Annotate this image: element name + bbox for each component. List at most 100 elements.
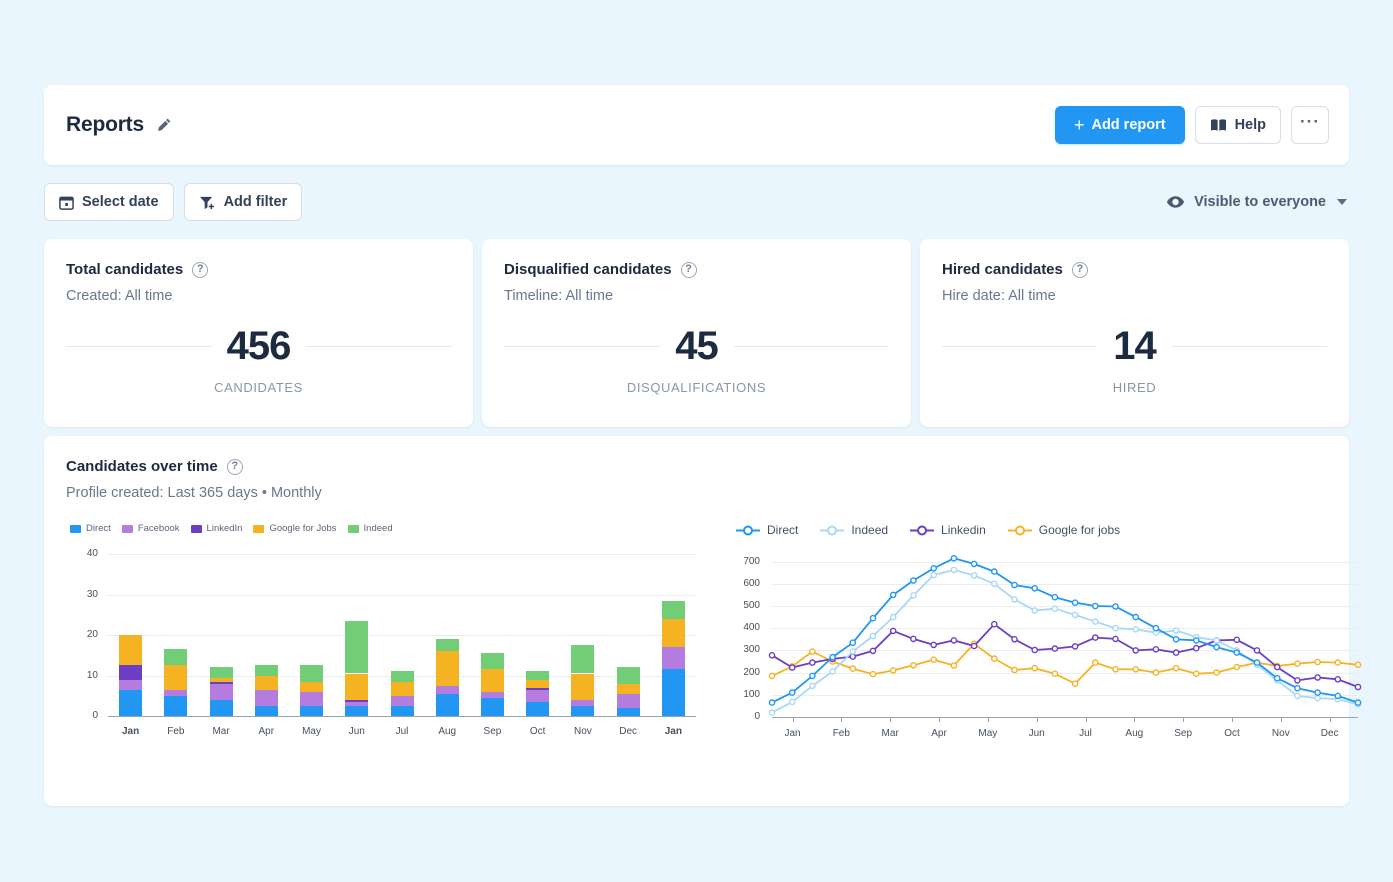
line-data-point[interactable] (1213, 637, 1220, 644)
line-data-point[interactable] (1011, 596, 1018, 603)
line-data-point[interactable] (1091, 618, 1099, 625)
line-data-point[interactable] (1273, 674, 1281, 682)
line-data-point[interactable] (788, 698, 796, 706)
line-data-point[interactable] (1192, 637, 1200, 644)
line-data-point[interactable] (849, 639, 857, 646)
line-data-point[interactable] (1031, 585, 1039, 592)
line-data-point[interactable] (788, 689, 796, 696)
line-data-point[interactable] (1091, 634, 1099, 641)
line-data-point[interactable] (1152, 646, 1160, 653)
line-data-point[interactable] (809, 659, 816, 666)
line-data-point[interactable] (1132, 647, 1140, 654)
line-data-point[interactable] (1294, 692, 1301, 700)
line-data-point[interactable] (1011, 666, 1018, 674)
legend-item[interactable]: Google for Jobs (253, 523, 337, 534)
bar-column[interactable] (164, 554, 188, 716)
legend-item[interactable]: Indeed (347, 523, 393, 534)
line-data-point[interactable] (1071, 643, 1079, 650)
legend-item[interactable]: LinkedIn (190, 523, 242, 534)
line-data-point[interactable] (1112, 635, 1119, 643)
line-data-point[interactable] (990, 568, 998, 575)
line-data-point[interactable] (1273, 663, 1281, 671)
help-circle-icon[interactable]: ? (1071, 261, 1088, 278)
line-data-point[interactable] (768, 672, 776, 680)
line-data-point[interactable] (1172, 664, 1180, 672)
line-data-point[interactable] (970, 572, 978, 579)
line-data-point[interactable] (869, 670, 877, 678)
line-data-point[interactable] (1152, 669, 1160, 676)
line-data-point[interactable] (1172, 649, 1180, 656)
line-data-point[interactable] (1314, 658, 1321, 666)
line-data-point[interactable] (1233, 636, 1241, 644)
line-data-point[interactable] (768, 709, 776, 716)
help-circle-icon[interactable]: ? (226, 458, 243, 475)
line-data-point[interactable] (1192, 644, 1200, 652)
help-circle-icon[interactable]: ? (192, 261, 209, 278)
line-data-point[interactable] (930, 641, 937, 649)
legend-item[interactable]: Indeed (820, 523, 888, 537)
bar-column[interactable] (254, 554, 278, 716)
line-data-point[interactable] (1132, 626, 1140, 633)
line-data-point[interactable] (829, 653, 836, 661)
line-data-point[interactable] (889, 667, 897, 674)
line-data-point[interactable] (990, 620, 998, 628)
bar-column[interactable] (300, 554, 324, 716)
line-data-point[interactable] (1091, 602, 1099, 610)
bar-column[interactable] (209, 554, 233, 716)
line-data-point[interactable] (809, 682, 816, 690)
line-data-point[interactable] (1314, 689, 1321, 696)
legend-item[interactable]: Linkedin (910, 523, 986, 537)
line-data-point[interactable] (930, 656, 937, 663)
line-data-point[interactable] (970, 642, 978, 650)
bar-column[interactable] (526, 554, 550, 716)
line-data-point[interactable] (869, 647, 877, 655)
line-data-point[interactable] (1071, 599, 1079, 607)
legend-item[interactable]: Direct (70, 523, 111, 534)
bar-column[interactable] (435, 554, 459, 716)
line-data-point[interactable] (869, 632, 877, 640)
line-data-point[interactable] (1294, 660, 1301, 667)
line-data-point[interactable] (1031, 607, 1039, 614)
help-circle-icon[interactable]: ? (680, 261, 697, 278)
line-data-point[interactable] (1051, 645, 1059, 652)
line-data-point[interactable] (809, 672, 816, 680)
line-data-point[interactable] (1112, 603, 1119, 610)
bar-column[interactable] (480, 554, 504, 716)
bar-column[interactable] (616, 554, 640, 716)
line-data-point[interactable] (1233, 663, 1241, 671)
line-data-point[interactable] (788, 664, 796, 671)
legend-item[interactable]: Direct (736, 523, 798, 537)
line-data-point[interactable] (970, 560, 978, 568)
line-data-point[interactable] (1354, 699, 1362, 706)
line-data-point[interactable] (950, 566, 958, 574)
line-data-point[interactable] (1071, 611, 1079, 619)
line-data-point[interactable] (1172, 627, 1180, 634)
line-data-point[interactable] (1354, 683, 1362, 691)
line-data-point[interactable] (1091, 659, 1099, 666)
line-data-point[interactable] (1112, 666, 1119, 673)
line-data-point[interactable] (1334, 692, 1342, 700)
bar-column[interactable] (119, 554, 143, 716)
line-data-point[interactable] (889, 591, 897, 599)
help-button[interactable]: Help (1194, 106, 1281, 144)
line-data-point[interactable] (950, 637, 958, 644)
line-data-point[interactable] (1071, 680, 1079, 687)
line-data-point[interactable] (889, 627, 897, 635)
line-data-point[interactable] (1213, 669, 1220, 676)
line-data-point[interactable] (910, 592, 917, 599)
line-data-point[interactable] (1253, 647, 1261, 654)
line-data-point[interactable] (930, 571, 937, 579)
bar-column[interactable] (390, 554, 414, 716)
line-data-point[interactable] (950, 662, 958, 669)
bar-column[interactable] (661, 554, 685, 716)
more-options-button[interactable]: ··· (1291, 106, 1329, 144)
line-data-point[interactable] (1294, 677, 1301, 684)
line-data-point[interactable] (1334, 659, 1342, 666)
line-data-point[interactable] (1314, 674, 1321, 681)
add-report-button[interactable]: + Add report (1054, 106, 1185, 144)
visibility-dropdown[interactable]: Visible to everyone (1166, 194, 1349, 210)
line-data-point[interactable] (849, 665, 857, 672)
line-data-point[interactable] (910, 577, 917, 584)
line-data-point[interactable] (950, 555, 958, 562)
line-data-point[interactable] (768, 652, 776, 659)
